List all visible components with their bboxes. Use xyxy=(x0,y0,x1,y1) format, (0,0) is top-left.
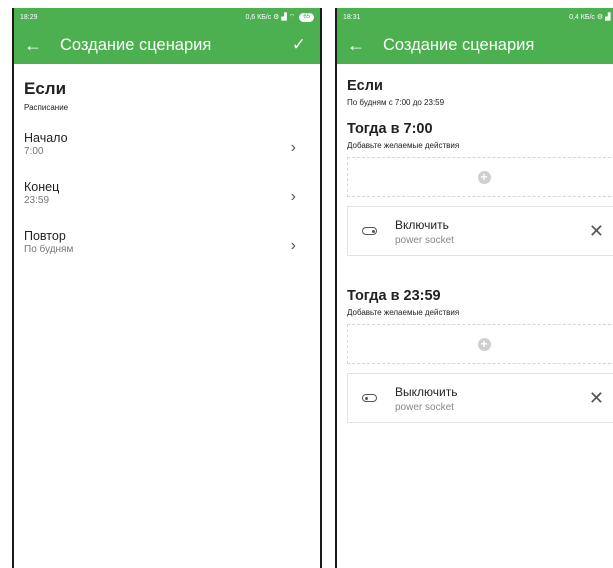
if-subtitle: Расписание xyxy=(24,103,69,112)
close-icon[interactable]: ✕ xyxy=(589,388,604,409)
status-bar: 18:29 0,6 КБ/с ⚙ ▟ ⌔ 65 xyxy=(14,8,320,26)
add-plus-icon[interactable]: + xyxy=(477,170,491,184)
action-name: Включить xyxy=(395,218,449,232)
app-bar: ← Создание сценария ✓ xyxy=(337,26,613,64)
add-action-area[interactable]: + xyxy=(347,157,613,197)
back-arrow-icon[interactable]: ← xyxy=(24,35,56,56)
page-title: Создание сценария xyxy=(383,35,535,54)
confirm-check-icon[interactable]: ✓ xyxy=(292,35,306,55)
chevron-right-icon: › xyxy=(290,237,296,254)
row-value: По будням xyxy=(24,244,74,255)
network-speed: 0,6 КБ/с ⚙ ▟ ⌔ xyxy=(245,13,296,21)
status-indicators: 0,4 КБ/с ⚙ ▟ ⌔ xyxy=(569,13,613,22)
action-device: power socket xyxy=(395,402,454,413)
back-arrow-icon[interactable]: ← xyxy=(347,35,379,56)
phone-screen-schedule: 18:29 0,6 КБ/с ⚙ ▟ ⌔ 65 ← Создание сцена… xyxy=(12,8,322,568)
schedule-start-row[interactable]: Начало 7:00 › xyxy=(24,123,310,172)
then-hint: Добавьте желаемые действия xyxy=(347,308,460,317)
status-time: 18:31 xyxy=(343,13,361,21)
then-heading-end: Тогда в 23:59 xyxy=(347,288,441,304)
status-time: 18:29 xyxy=(20,13,38,21)
then-heading-start: Тогда в 7:00 xyxy=(347,121,433,137)
app-bar: ← Создание сценария ✓ xyxy=(14,26,320,64)
row-value: 23:59 xyxy=(24,195,50,206)
network-speed: 0,4 КБ/с ⚙ ▟ ⌔ xyxy=(569,13,613,21)
row-label: Повтор xyxy=(24,229,66,243)
battery-icon: 65 xyxy=(299,12,314,22)
chevron-right-icon: › xyxy=(290,188,296,205)
chevron-right-icon: › xyxy=(290,139,296,156)
close-icon[interactable]: ✕ xyxy=(589,221,604,242)
schedule-end-row[interactable]: Конец 23:59 › xyxy=(24,172,310,221)
toggle-on-icon xyxy=(362,227,377,235)
status-indicators: 0,6 КБ/с ⚙ ▟ ⌔ 65 xyxy=(245,12,314,22)
add-action-area[interactable]: + xyxy=(347,324,613,364)
toggle-off-icon xyxy=(362,394,377,402)
if-heading: Если xyxy=(24,79,67,98)
phone-screen-actions: 18:31 0,4 КБ/с ⚙ ▟ ⌔ ← Создание сценария… xyxy=(335,8,613,568)
if-heading: Если xyxy=(347,78,383,94)
row-label: Начало xyxy=(24,131,68,145)
action-name: Выключить xyxy=(395,385,458,399)
action-card[interactable]: Выключить power socket ✕ xyxy=(347,373,613,423)
row-value: 7:00 xyxy=(24,146,44,157)
status-bar: 18:31 0,4 КБ/с ⚙ ▟ ⌔ xyxy=(337,8,613,26)
action-card[interactable]: Включить power socket ✕ xyxy=(347,206,613,256)
page-title: Создание сценария xyxy=(60,35,212,54)
row-label: Конец xyxy=(24,180,60,194)
if-subtitle: По будням с 7:00 до 23:59 xyxy=(347,98,445,107)
action-device: power socket xyxy=(395,235,454,246)
add-plus-icon[interactable]: + xyxy=(477,337,491,351)
schedule-repeat-row[interactable]: Повтор По будням › xyxy=(24,221,310,270)
then-hint: Добавьте желаемые действия xyxy=(347,141,460,150)
